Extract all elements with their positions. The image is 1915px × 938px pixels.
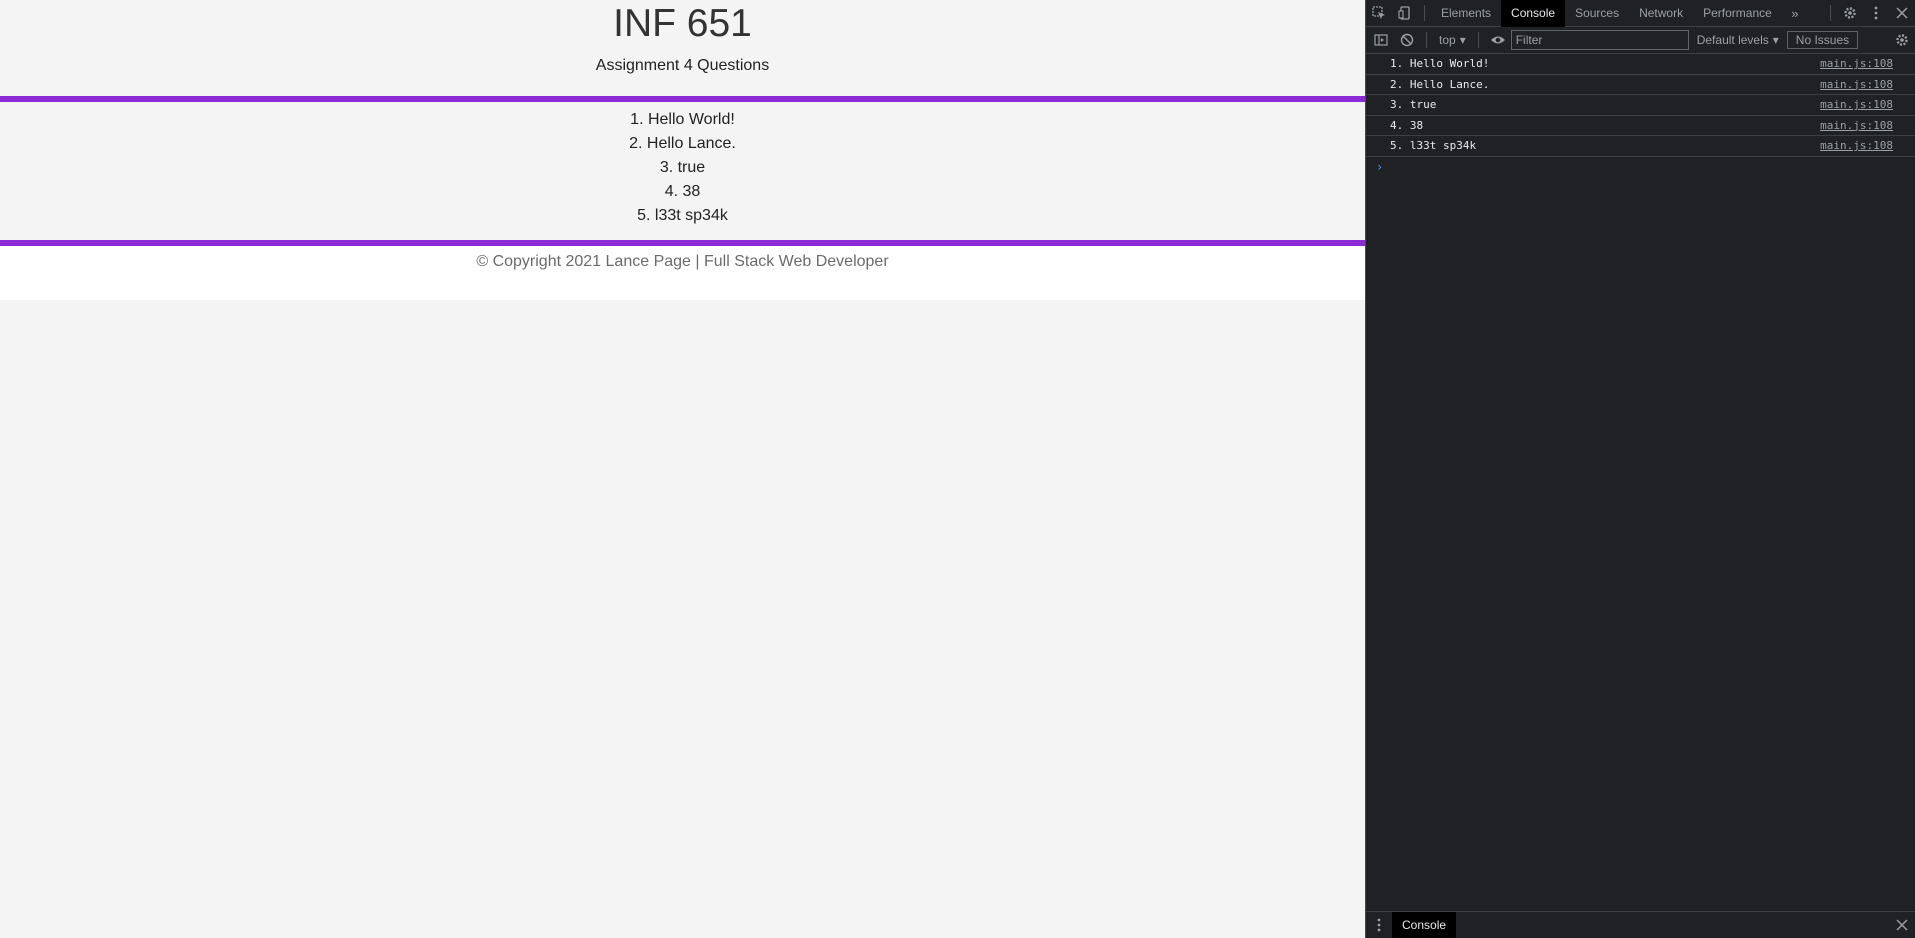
dropdown-arrow-icon: ▾ — [1772, 33, 1779, 47]
tab-network[interactable]: Network — [1629, 0, 1693, 27]
filter-input[interactable] — [1510, 30, 1689, 50]
toolbar-separator — [1830, 5, 1831, 21]
prompt-chevron-icon: › — [1376, 159, 1384, 174]
drawer-close-icon[interactable] — [1889, 912, 1915, 938]
console-log-text: 1. Hello World! — [1390, 57, 1490, 71]
console-log-row: 5. l33t sp34k main.js:108 — [1366, 136, 1915, 157]
console-log-text: 3. true — [1390, 98, 1437, 112]
page-subtitle: Assignment 4 Questions — [595, 57, 770, 74]
tab-console[interactable]: Console — [1501, 0, 1566, 27]
context-label: top — [1439, 33, 1456, 47]
more-tabs-icon[interactable]: » — [1782, 0, 1808, 26]
answer-item: 4. 38 — [664, 183, 701, 200]
drawer-bar: Console — [1366, 911, 1915, 938]
eye-icon[interactable] — [1485, 27, 1511, 53]
log-levels-label: Default levels — [1696, 33, 1769, 47]
console-source-link[interactable]: main.js:108 — [1820, 78, 1893, 91]
gear-icon[interactable] — [1837, 0, 1863, 26]
console-source-link[interactable]: main.js:108 — [1820, 119, 1893, 132]
console-log-text: 2. Hello Lance. — [1390, 77, 1490, 91]
console-settings-gear-icon[interactable] — [1889, 27, 1915, 53]
clear-console-icon[interactable] — [1394, 27, 1420, 53]
log-levels-dropdown[interactable]: Default levels ▾ — [1689, 33, 1787, 47]
context-selector[interactable]: top ▾ — [1433, 33, 1472, 47]
tab-sources[interactable]: Sources — [1565, 0, 1629, 27]
drawer-menu-icon[interactable] — [1366, 912, 1392, 938]
tab-elements[interactable]: Elements — [1431, 0, 1501, 27]
console-log-text: 4. 38 — [1390, 118, 1424, 132]
console-log-row: 1. Hello World! main.js:108 — [1366, 54, 1915, 75]
console-prompt[interactable]: › — [1366, 157, 1915, 177]
console-toolbar: top ▾ Default levels ▾ No Issues — [1366, 27, 1915, 54]
toolbar-separator — [1477, 32, 1479, 48]
console-log-text: 5. l33t sp34k — [1390, 139, 1477, 153]
console-source-link[interactable]: main.js:108 — [1820, 57, 1893, 70]
toolbar-separator — [1426, 32, 1427, 48]
inspect-element-icon[interactable] — [1366, 0, 1392, 26]
devtools-panel: Elements Console Sources Network Perform… — [1365, 0, 1915, 938]
answers-list: 1. Hello World! 2. Hello Lance. 3. true … — [0, 102, 1365, 240]
drawer-tab-console[interactable]: Console — [1392, 912, 1457, 938]
footer-text: © Copyright 2021 Lance Page | Full Stack… — [476, 253, 889, 270]
console-source-link[interactable]: main.js:108 — [1820, 139, 1893, 152]
sidebar-toggle-icon[interactable] — [1368, 27, 1394, 53]
console-log-row: 3. true main.js:108 — [1366, 95, 1915, 116]
page-footer: © Copyright 2021 Lance Page | Full Stack… — [0, 246, 1365, 300]
answer-item: 5. l33t sp34k — [637, 207, 728, 224]
web-page: INF 651 Assignment 4 Questions 1. Hello … — [0, 0, 1365, 938]
issues-button[interactable]: No Issues — [1786, 31, 1859, 49]
dropdown-arrow-icon: ▾ — [1459, 33, 1466, 47]
close-icon[interactable] — [1889, 0, 1915, 26]
toolbar-separator — [1424, 5, 1425, 21]
page-title: INF 651 — [613, 2, 752, 45]
page-header: INF 651 Assignment 4 Questions — [0, 0, 1365, 96]
device-toolbar-icon[interactable] — [1392, 0, 1418, 26]
answer-item: 1. Hello World! — [630, 111, 735, 128]
console-log-row: 4. 38 main.js:108 — [1366, 116, 1915, 136]
console-source-link[interactable]: main.js:108 — [1820, 98, 1893, 111]
kebab-menu-icon[interactable] — [1863, 0, 1889, 26]
answer-item: 3. true — [659, 159, 706, 176]
console-messages: 1. Hello World! main.js:108 2. Hello Lan… — [1366, 54, 1915, 177]
answer-item: 2. Hello Lance. — [629, 135, 736, 152]
console-log-row: 2. Hello Lance. main.js:108 — [1366, 75, 1915, 95]
devtools-tabbar: Elements Console Sources Network Perform… — [1366, 0, 1915, 27]
tab-performance[interactable]: Performance — [1693, 0, 1782, 27]
